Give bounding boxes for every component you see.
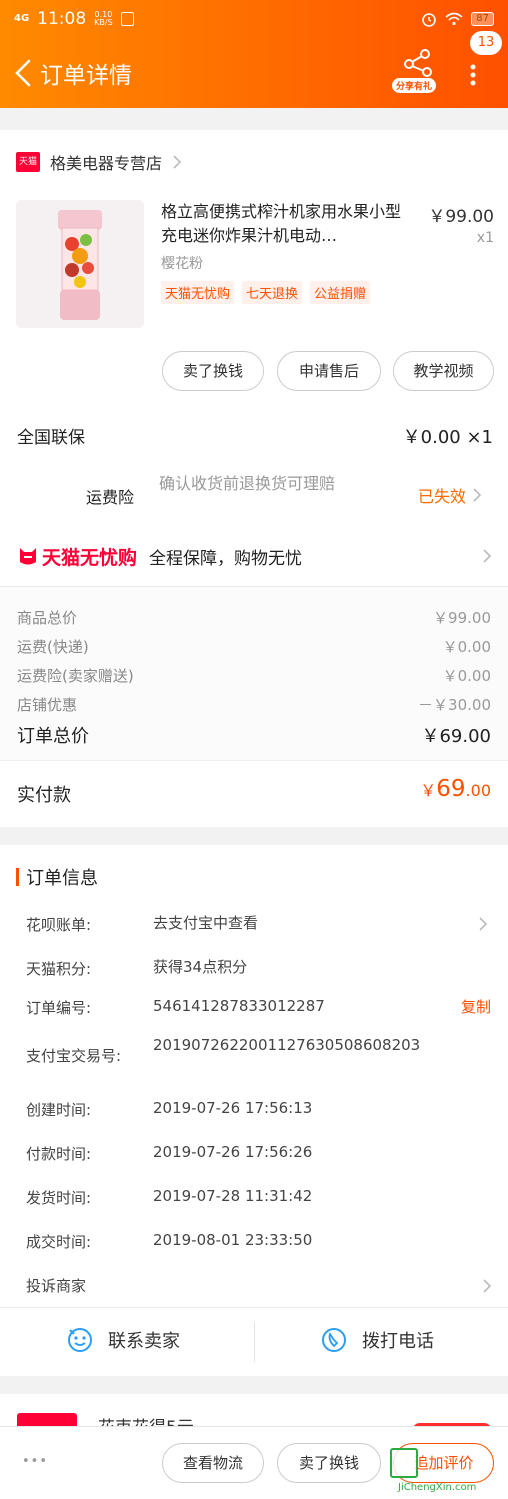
- app-header: 4G 11:08 0.10 KB/S 87 订单详情 分享有礼 13: [0, 0, 508, 108]
- chevron-right-icon: [473, 488, 482, 502]
- message-count-badge: 13: [470, 31, 502, 55]
- speed-unit: KB/S: [94, 18, 113, 27]
- share-label: 分享有礼: [392, 78, 437, 93]
- points-label: 天猫积分:: [26, 960, 92, 978]
- summary-value-shipping: ￥0.00: [442, 638, 491, 656]
- warranty-label: 全国联保: [17, 428, 85, 448]
- more-actions-button[interactable]: •••: [22, 1454, 48, 1469]
- order-total-value: ￥69.00: [421, 726, 491, 747]
- back-arrow-icon[interactable]: [8, 53, 38, 93]
- share-icon: [404, 49, 432, 77]
- phone-icon: [322, 1328, 346, 1352]
- view-logistics-button[interactable]: 查看物流: [162, 1443, 264, 1483]
- alipay-trade-value: 2019072622001127630508608203: [153, 1036, 421, 1054]
- tag-seven-day-return: 七天退换: [242, 281, 303, 304]
- paid-dec: .00: [465, 781, 491, 800]
- paid-amount: ￥69.00: [420, 776, 491, 802]
- product-price: ￥99.00: [428, 207, 494, 227]
- watermark: JiChengXin.com: [390, 1448, 506, 1496]
- recommendation-text: 花束花得5元: [98, 1413, 194, 1426]
- wifi-icon: [445, 12, 463, 26]
- call-phone-label: 拨打电话: [362, 1331, 434, 1352]
- nav-bar: 订单详情 分享有礼 13: [0, 31, 508, 108]
- created-time-label: 创建时间:: [26, 1101, 92, 1119]
- tmall-worry-free-slogan: 全程保障，购物无忧: [149, 548, 303, 569]
- shipping-insurance-label: 运费险: [86, 488, 135, 507]
- contact-divider: [254, 1322, 255, 1362]
- shipping-insurance-desc: 确认收货前退换货可理赔: [159, 474, 336, 493]
- paid-time-value: 2019-07-26 17:56:26: [153, 1143, 313, 1161]
- status-time: 11:08: [37, 9, 87, 29]
- call-phone-button[interactable]: 拨打电话: [320, 1326, 434, 1354]
- complaint-label: 投诉商家: [26, 1277, 87, 1295]
- summary-label-goods: 商品总价: [17, 609, 78, 627]
- share-button[interactable]: 分享有礼: [390, 46, 444, 100]
- tmall-cat-icon: [20, 548, 36, 565]
- warranty-value: ￥0.00 ×1: [402, 427, 493, 448]
- tmall-store-icon: 天猫: [16, 152, 40, 172]
- summary-value-insurance: ￥0.00: [442, 667, 491, 685]
- network-speed: 0.10 KB/S: [94, 11, 113, 27]
- order-total-label: 订单总价: [17, 726, 89, 747]
- product-title[interactable]: 格立高便携式榨汁机家用水果小型充电迷你炸果汁机电动…: [161, 200, 406, 248]
- tag-worry-free: 天猫无忧购: [161, 281, 235, 304]
- paid-label: 实付款: [17, 785, 71, 806]
- chevron-right-icon: [479, 917, 488, 931]
- alipay-trade-label: 支付宝交易号:: [26, 1047, 122, 1065]
- chat-bubble-icon: [68, 1328, 92, 1352]
- shipped-time-label: 发货时间:: [26, 1189, 92, 1207]
- points-value: 获得34点积分: [153, 958, 248, 976]
- notification-icon: [120, 12, 134, 26]
- sell-for-cash-button[interactable]: 卖了换钱: [162, 351, 264, 391]
- order-info-title: 订单信息: [26, 868, 98, 889]
- completed-time-label: 成交时间:: [26, 1233, 92, 1251]
- tag-charity: 公益捐赠: [310, 281, 371, 304]
- page-title: 订单详情: [40, 63, 132, 89]
- completed-time-value: 2019-08-01 23:33:50: [153, 1231, 313, 1249]
- summary-value-goods: ￥99.00: [433, 609, 491, 627]
- alarm-icon: [422, 13, 437, 27]
- paid-currency: ￥: [420, 781, 437, 800]
- summary-label-shipping: 运费(快递): [17, 638, 89, 656]
- shipping-insurance-status: 已失效: [418, 487, 467, 506]
- battery-indicator: 87: [471, 12, 494, 26]
- chevron-right-icon: [483, 1279, 492, 1293]
- chevron-right-icon: [173, 155, 182, 169]
- tmall-worry-free-logo: 天猫无忧购: [42, 546, 138, 569]
- product-image[interactable]: [16, 200, 144, 328]
- summary-label-discount: 店铺优惠: [17, 696, 78, 714]
- tmall-worry-free-row[interactable]: 天猫无忧购 全程保障，购物无忧: [17, 541, 492, 571]
- contact-seller-label: 联系卖家: [108, 1331, 180, 1352]
- product-quantity: x1: [476, 230, 494, 246]
- store-row[interactable]: 天猫 格美电器专营店: [16, 150, 182, 174]
- apply-after-sale-button[interactable]: 申请售后: [277, 351, 381, 391]
- complaint-row[interactable]: 投诉商家: [26, 1275, 492, 1297]
- heading-accent-bar: [16, 868, 19, 886]
- chevron-right-icon: [483, 549, 492, 563]
- store-name: 格美电器专营店: [50, 154, 163, 173]
- tutorial-video-button[interactable]: 教学视频: [393, 351, 494, 391]
- huabei-value[interactable]: 去支付宝中查看: [153, 913, 258, 934]
- order-info-heading: 订单信息: [16, 864, 98, 890]
- contact-seller-button[interactable]: 联系卖家: [66, 1326, 180, 1354]
- paid-int: 69: [436, 776, 466, 802]
- product-sku: 樱花粉: [161, 256, 203, 272]
- huabei-label: 花呗账单:: [26, 916, 92, 934]
- order-number-value: 546141287833012287: [153, 997, 325, 1015]
- summary-label-insurance: 运费险(卖家赠送): [17, 667, 134, 685]
- summary-value-discount: －￥30.00: [418, 696, 491, 714]
- product-tags: 天猫无忧购 七天退换 公益捐赠: [161, 281, 371, 304]
- shipped-time-value: 2019-07-28 11:31:42: [153, 1187, 313, 1205]
- watermark-text: JiChengXin.com: [398, 1482, 477, 1493]
- created-time-value: 2019-07-26 17:56:13: [153, 1099, 313, 1117]
- network-indicator: 4G: [14, 13, 30, 24]
- watermark-logo: [390, 1448, 418, 1478]
- shipping-insurance-status-row[interactable]: 已失效: [418, 483, 482, 507]
- paid-time-label: 付款时间:: [26, 1145, 92, 1163]
- copy-order-number-button[interactable]: 复制: [461, 996, 491, 1017]
- order-number-label: 订单编号:: [26, 999, 92, 1017]
- status-bar: 4G 11:08 0.10 KB/S 87: [0, 0, 508, 38]
- more-icon[interactable]: [468, 60, 478, 90]
- sell-for-cash-bottom-button[interactable]: 卖了换钱: [277, 1443, 381, 1483]
